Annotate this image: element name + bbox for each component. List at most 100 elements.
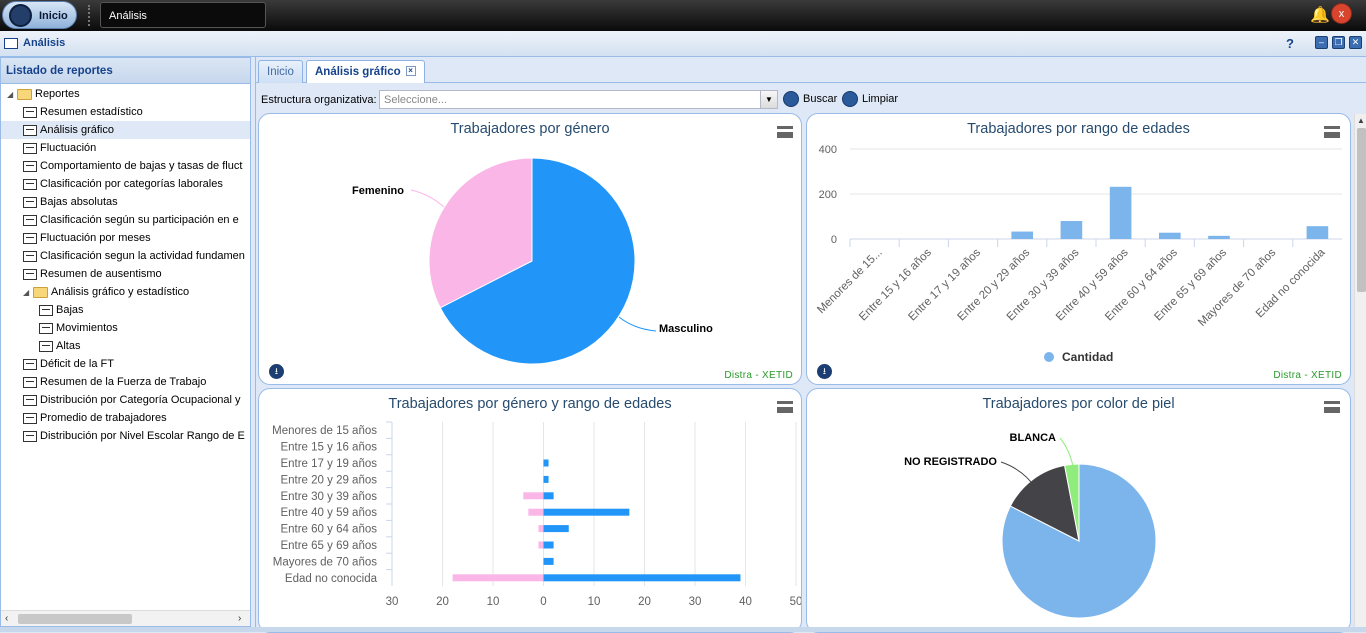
bar xyxy=(528,508,544,516)
scroll-thumb[interactable] xyxy=(1357,128,1366,292)
bar xyxy=(543,475,549,483)
help-icon[interactable]: ? xyxy=(1286,36,1294,51)
tree-item[interactable]: Clasificación segun la actividad fundame… xyxy=(1,247,250,265)
bar xyxy=(543,459,549,467)
tree-item[interactable]: Promedio de trabajadores xyxy=(1,409,250,427)
structure-placeholder: Seleccione... xyxy=(384,94,447,106)
tree-item[interactable]: Análisis gráfico xyxy=(1,121,250,139)
y-tick-label: Entre 60 y 64 años xyxy=(280,524,377,536)
credits[interactable]: Distra - XETID xyxy=(1273,370,1342,381)
tree-item[interactable]: Bajas xyxy=(1,301,250,319)
tree-item-label: Clasificación segun la actividad fundame… xyxy=(40,250,245,262)
credits[interactable]: Distra - XETID xyxy=(724,370,793,381)
tree-item[interactable]: Distribución por Nivel Escolar Rango de … xyxy=(1,427,250,445)
bar xyxy=(1060,221,1083,239)
restore-icon[interactable]: ❐ xyxy=(1332,36,1345,49)
close-session-button[interactable]: x xyxy=(1331,3,1352,24)
download-icon[interactable]: ⭳ xyxy=(269,364,284,379)
x-tick-label: 10 xyxy=(487,596,500,608)
tree-folder[interactable]: ◢ Análisis gráfico y estadístico xyxy=(1,283,250,301)
report-icon xyxy=(39,340,53,352)
tree-item[interactable]: Déficit de la FT xyxy=(1,355,250,373)
tree-item[interactable]: Movimientos xyxy=(1,319,250,337)
status-bar xyxy=(0,627,1366,632)
bar xyxy=(538,541,544,549)
report-icon xyxy=(39,322,53,334)
structure-combo[interactable]: Seleccione... ▼ xyxy=(379,90,778,109)
taskbar-grip xyxy=(88,5,93,26)
y-tick-label: Entre 20 y 29 años xyxy=(280,474,377,486)
start-label: Inicio xyxy=(39,10,68,22)
scroll-right-icon[interactable]: › xyxy=(238,613,241,624)
y-tick-label: Entre 17 y 19 años xyxy=(280,458,377,470)
expand-toggle-icon[interactable]: ◢ xyxy=(23,284,33,301)
close-icon[interactable]: ✕ xyxy=(1349,36,1362,49)
tree-item[interactable]: Comportamiento de bajas y tasas de fluct xyxy=(1,157,250,175)
horizontal-scrollbar[interactable]: ‹ › xyxy=(1,610,250,626)
report-icon xyxy=(23,412,37,424)
report-icon xyxy=(23,268,37,280)
window-header: Análisis ? – ❐ ✕ xyxy=(0,31,1366,57)
tab-close-icon[interactable]: × xyxy=(405,66,416,76)
scroll-thumb[interactable] xyxy=(18,614,132,624)
tree-item-label: Reportes xyxy=(35,88,80,100)
bar xyxy=(538,525,544,533)
tree-folder[interactable]: ◢ Reportes xyxy=(1,85,250,103)
y-tick-label: Entre 65 y 69 años xyxy=(280,540,377,552)
tree-item[interactable]: Bajas absolutas xyxy=(1,193,250,211)
bar xyxy=(1011,231,1034,239)
tree-item[interactable]: Clasificación por categorías laborales xyxy=(1,175,250,193)
taskbar-window-button[interactable]: Análisis xyxy=(100,2,266,28)
report-icon xyxy=(23,142,37,154)
search-button[interactable]: Buscar xyxy=(783,90,837,109)
tree-item[interactable]: Fluctuación xyxy=(1,139,250,157)
tree-item-label: Movimientos xyxy=(56,322,118,334)
tree-item-label: Déficit de la FT xyxy=(40,358,114,370)
chart-card-skin: Trabajadores por color de piel NO REGIST… xyxy=(806,388,1351,633)
bar xyxy=(543,508,630,516)
tree-item-label: Análisis gráfico xyxy=(40,124,114,136)
tree-item-label: Clasificación por categorías laborales xyxy=(40,178,223,190)
taskbar: Inicio Análisis 🔔 x xyxy=(0,0,1366,31)
gender-age-bar-svg: 30 20 10 0 10 20 30 40 50 Menores de 15 años Entre… xyxy=(272,421,801,608)
tree-item[interactable]: Altas xyxy=(1,337,250,355)
tree-item[interactable]: Distribución por Categoría Ocupacional y xyxy=(1,391,250,409)
minimize-icon[interactable]: – xyxy=(1315,36,1328,49)
x-tick-label: 0 xyxy=(540,596,546,608)
gender-pie-svg: Masculino Femenino xyxy=(352,157,713,365)
bar xyxy=(1109,186,1132,239)
report-icon xyxy=(23,214,37,226)
y-tick-label: Entre 40 y 59 años xyxy=(280,507,377,519)
x-tick-label: 30 xyxy=(689,596,702,608)
start-button[interactable]: Inicio xyxy=(2,1,77,29)
tree-item[interactable]: Fluctuación por meses xyxy=(1,229,250,247)
tree-item-label: Promedio de trabajadores xyxy=(40,412,167,424)
bell-icon[interactable]: 🔔 xyxy=(1310,5,1330,24)
broom-icon xyxy=(842,91,858,108)
scroll-up-icon[interactable]: ▲ xyxy=(1357,116,1365,125)
tree-item[interactable]: Resumen de ausentismo xyxy=(1,265,250,283)
clear-button[interactable]: Limpiar xyxy=(842,90,898,109)
tab-analisis-grafico[interactable]: Análisis gráfico × xyxy=(306,60,425,83)
scroll-left-icon[interactable]: ‹ xyxy=(5,613,8,624)
vertical-scrollbar[interactable]: ▲ xyxy=(1354,114,1366,627)
skin-pie-svg: NO REGISTRADO BLANCA xyxy=(904,432,1157,619)
report-icon xyxy=(23,250,37,262)
reports-tree: ◢ Reportes Resumen estadístico Análisis grá… xyxy=(1,84,250,605)
window-icon xyxy=(4,38,18,49)
chart-card-gender: Trabajadores por género Masculino Femenin… xyxy=(258,113,802,385)
y-tick-label: 200 xyxy=(819,189,837,201)
x-tick-label: 20 xyxy=(638,596,651,608)
structure-label: Estructura organizativa: xyxy=(261,94,377,106)
main-panel: Inicio Análisis gráfico × Estructura orga… xyxy=(255,57,1366,633)
window-title: Análisis xyxy=(23,37,66,49)
tree-item[interactable]: Clasificación según su participación en … xyxy=(1,211,250,229)
tab-inicio[interactable]: Inicio xyxy=(258,60,303,83)
tree-item[interactable]: Resumen de la Fuerza de Trabajo xyxy=(1,373,250,391)
tree-item[interactable]: Resumen estadístico xyxy=(1,103,250,121)
tab-bar: Inicio Análisis gráfico × xyxy=(256,57,1366,83)
y-tick-label: 400 xyxy=(819,144,837,156)
chevron-down-icon[interactable]: ▼ xyxy=(760,91,777,108)
expand-toggle-icon[interactable]: ◢ xyxy=(7,86,17,103)
download-icon[interactable]: ⭳ xyxy=(817,364,832,379)
